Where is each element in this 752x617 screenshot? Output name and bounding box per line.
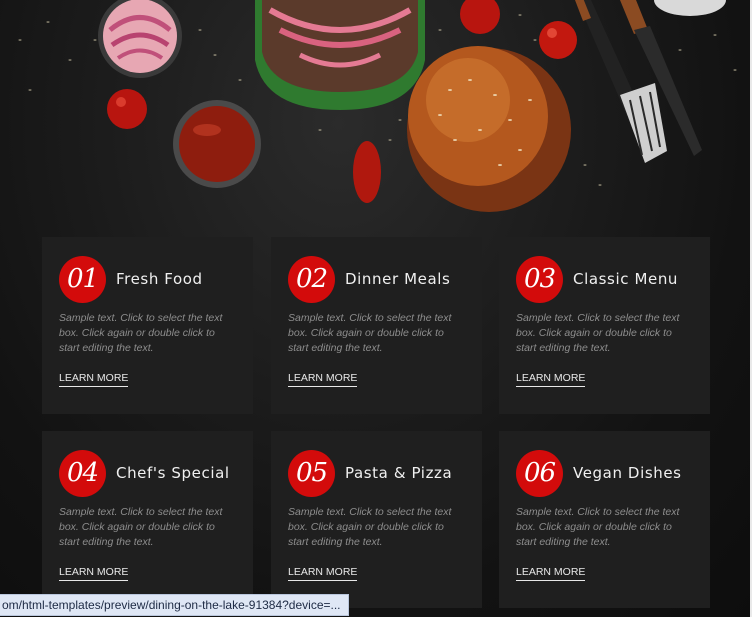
card-title: Fresh Food — [116, 270, 203, 288]
page: 01 Fresh Food Sample text. Click to sele… — [0, 0, 752, 617]
card-header: 05 Pasta & Pizza — [288, 449, 465, 497]
food-illustration — [18, 0, 737, 212]
card-description: Sample text. Click to select the text bo… — [288, 506, 452, 548]
card-header: 06 Vegan Dishes — [516, 449, 693, 497]
onion-bowl — [98, 0, 182, 78]
card-title: Chef's Special — [116, 464, 230, 482]
learn-more-link[interactable]: LEARN MORE — [59, 372, 129, 387]
learn-more-link[interactable]: LEARN MORE — [516, 566, 586, 581]
learn-more-link[interactable]: LEARN MORE — [288, 566, 358, 581]
card-description: Sample text. Click to select the text bo… — [59, 312, 223, 354]
card-number-badge: 01 — [59, 255, 106, 303]
feature-card-2: 02 Dinner Meals Sample text. Click to se… — [271, 237, 482, 414]
card-number-badge: 05 — [288, 449, 335, 497]
learn-more-link[interactable]: LEARN MORE — [288, 372, 358, 387]
burger-patty — [255, 0, 425, 110]
card-description: Sample text. Click to select the text bo… — [288, 312, 452, 354]
feature-card-4: 04 Chef's Special Sample text. Click to … — [42, 431, 253, 608]
card-description: Sample text. Click to select the text bo… — [59, 506, 223, 548]
card-description: Sample text. Click to select the text bo… — [516, 312, 680, 354]
card-header: 03 Classic Menu — [516, 255, 693, 303]
learn-more-link[interactable]: LEARN MORE — [59, 566, 129, 581]
burger-bun — [407, 46, 571, 212]
learn-more-link[interactable]: LEARN MORE — [516, 372, 586, 387]
tomato-wedge — [353, 141, 381, 203]
card-header: 02 Dinner Meals — [288, 255, 465, 303]
card-title: Pasta & Pizza — [345, 464, 453, 482]
card-header: 04 Chef's Special — [59, 449, 236, 497]
card-title: Classic Menu — [573, 270, 679, 288]
feature-card-6: 06 Vegan Dishes Sample text. Click to se… — [499, 431, 710, 608]
feature-card-1: 01 Fresh Food Sample text. Click to sele… — [42, 237, 253, 414]
card-header: 01 Fresh Food — [59, 255, 236, 303]
card-title: Vegan Dishes — [573, 464, 682, 482]
card-number-badge: 03 — [516, 255, 563, 303]
fork-icon — [575, 0, 667, 163]
card-number-badge: 06 — [516, 449, 563, 497]
features-grid: 01 Fresh Food Sample text. Click to sele… — [42, 237, 710, 609]
card-title: Dinner Meals — [345, 270, 451, 288]
feature-card-5: 05 Pasta & Pizza Sample text. Click to s… — [271, 431, 482, 608]
card-number-badge: 04 — [59, 449, 106, 497]
feature-card-3: 03 Classic Menu Sample text. Click to se… — [499, 237, 710, 414]
ketchup-bowl — [173, 100, 261, 188]
card-number-badge: 02 — [288, 255, 335, 303]
browser-status-url: om/html-templates/preview/dining-on-the-… — [0, 594, 349, 616]
sauce-plate — [654, 0, 726, 16]
card-description: Sample text. Click to select the text bo… — [516, 506, 680, 548]
cherry-tomato-left — [107, 89, 147, 129]
